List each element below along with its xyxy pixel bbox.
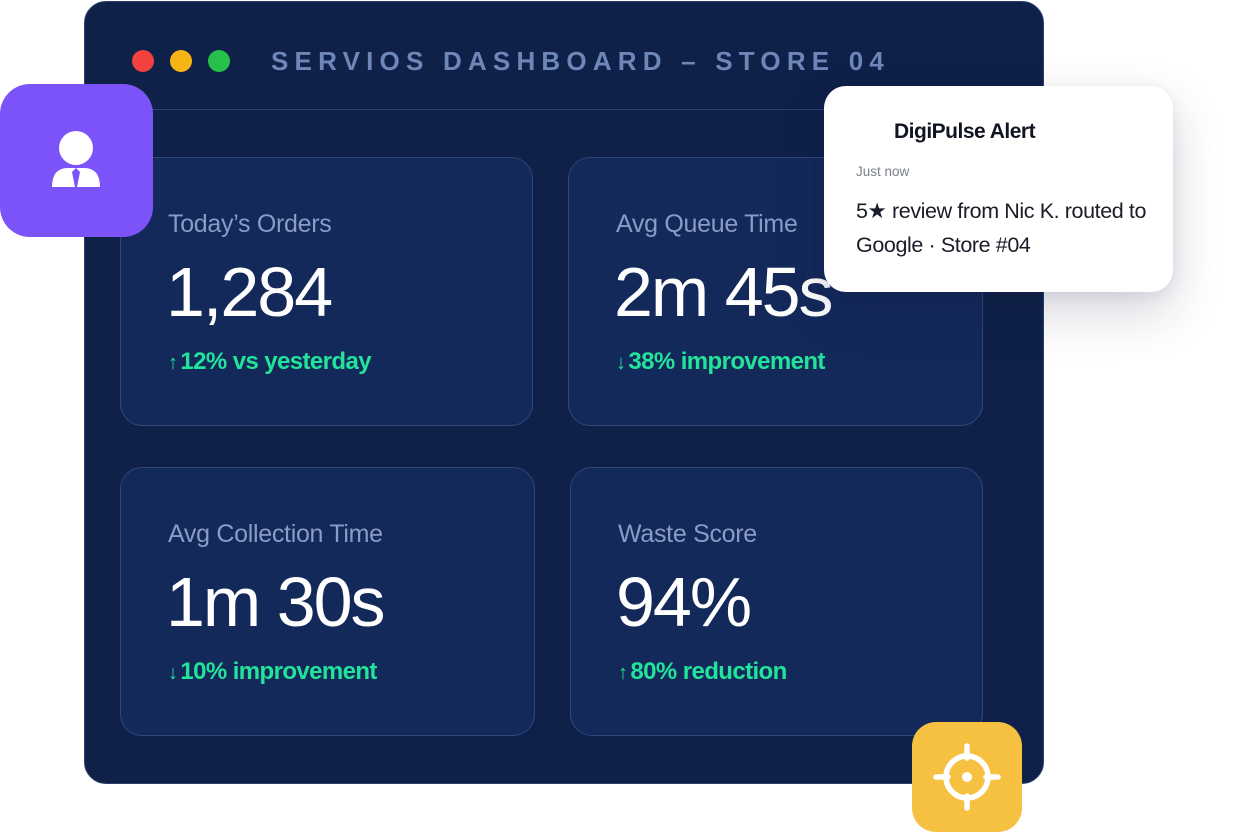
metric-delta-text: 80% reduction (630, 658, 787, 685)
metric-card-orders: Today’s Orders 1,284 ↑ 12% vs yesterday (120, 157, 533, 426)
user-badge (0, 84, 153, 237)
notification-timestamp: Just now (856, 164, 910, 179)
notification-message: 5★ review from Nic K. routed to Google ·… (856, 199, 1147, 257)
metric-card-collection-time: Avg Collection Time 1m 30s ↓ 10% improvem… (120, 467, 535, 736)
metric-value: 1,284 (166, 253, 333, 331)
crosshair-icon (933, 743, 1001, 811)
metric-delta: ↓ 38% improvement (616, 348, 825, 376)
target-badge (912, 722, 1022, 832)
arrow-up-icon: ↑ (618, 662, 628, 684)
arrow-up-icon: ↑ (168, 352, 178, 374)
maximize-window-button[interactable] (208, 50, 230, 72)
window-title: SERVIOS DASHBOARD – STORE 04 (271, 46, 891, 76)
metric-delta: ↑ 12% vs yesterday (168, 348, 372, 376)
metric-delta-text: 12% vs yesterday (180, 348, 371, 375)
metric-delta-text: 38% improvement (628, 348, 825, 375)
notification-title: DigiPulse Alert (894, 120, 1036, 143)
metric-value: 94% (616, 563, 752, 641)
arrow-down-icon: ↓ (616, 352, 626, 374)
metric-value: 2m 45s (614, 253, 834, 331)
user-icon (52, 131, 100, 187)
arrow-down-icon: ↓ (168, 662, 178, 684)
close-window-button[interactable] (132, 50, 154, 72)
metric-card-waste-score: Waste Score 94% ↑ 80% reduction (570, 467, 983, 736)
metric-label: Avg Collection Time (168, 520, 383, 548)
metric-delta: ↑ 80% reduction (618, 658, 787, 686)
metric-label: Avg Queue Time (616, 210, 798, 238)
metric-delta: ↓ 10% improvement (168, 658, 377, 686)
minimize-window-button[interactable] (170, 50, 192, 72)
metric-value: 1m 30s (166, 563, 386, 641)
metric-label: Today’s Orders (168, 210, 332, 238)
notification-card[interactable]: DigiPulse Alert Just now 5★ review from … (824, 86, 1173, 292)
metric-delta-text: 10% improvement (180, 658, 377, 685)
metric-label: Waste Score (618, 520, 757, 548)
